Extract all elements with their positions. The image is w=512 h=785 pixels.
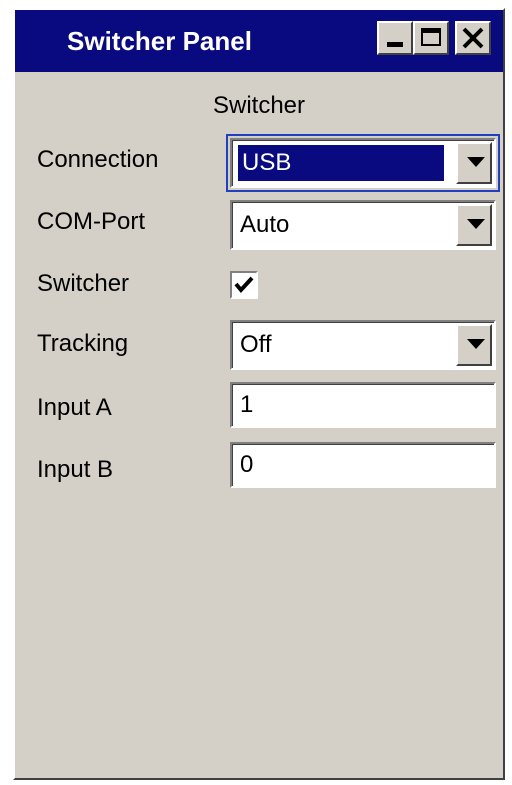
connection-dropdown[interactable]: USB [226,134,500,192]
tracking-value: Off [240,331,272,358]
chevron-down-icon [467,157,485,167]
com-port-value: Auto [240,211,290,238]
switcher-panel-window: Switcher Panel Switcher Connection USB C… [13,8,505,780]
close-button[interactable] [455,21,491,55]
input-b-label: Input B [37,456,114,483]
tracking-dropdown[interactable]: Off [230,320,496,370]
window-title: Switcher Panel [67,26,252,56]
connection-value: USB [238,145,444,181]
maximize-button[interactable] [413,21,449,55]
input-a-value: 1 [240,391,254,418]
com-port-dropdown[interactable]: Auto [230,200,496,250]
minimize-icon [387,42,403,47]
title-bar[interactable]: Switcher Panel [15,10,503,72]
empty-panel-area [23,500,495,762]
maximize-icon [421,28,441,46]
chevron-down-icon [467,339,485,349]
connection-dropdown-button[interactable] [456,142,492,184]
com-port-label: COM-Port [37,208,145,235]
section-header: Switcher [212,92,306,119]
input-a-label: Input A [37,394,112,421]
switcher-label: Switcher [37,270,130,297]
input-a-field[interactable]: 1 [230,382,496,428]
connection-label: Connection [37,146,159,173]
switcher-checkbox[interactable] [230,271,258,299]
input-b-field[interactable]: 0 [230,442,496,488]
tracking-dropdown-button[interactable] [456,324,492,366]
chevron-down-icon [467,219,485,229]
input-b-value: 0 [240,451,254,478]
checkmark-icon [234,276,254,294]
com-port-dropdown-button[interactable] [456,204,492,246]
minimize-button[interactable] [377,21,413,55]
close-icon [462,27,484,49]
tracking-label: Tracking [37,330,129,357]
